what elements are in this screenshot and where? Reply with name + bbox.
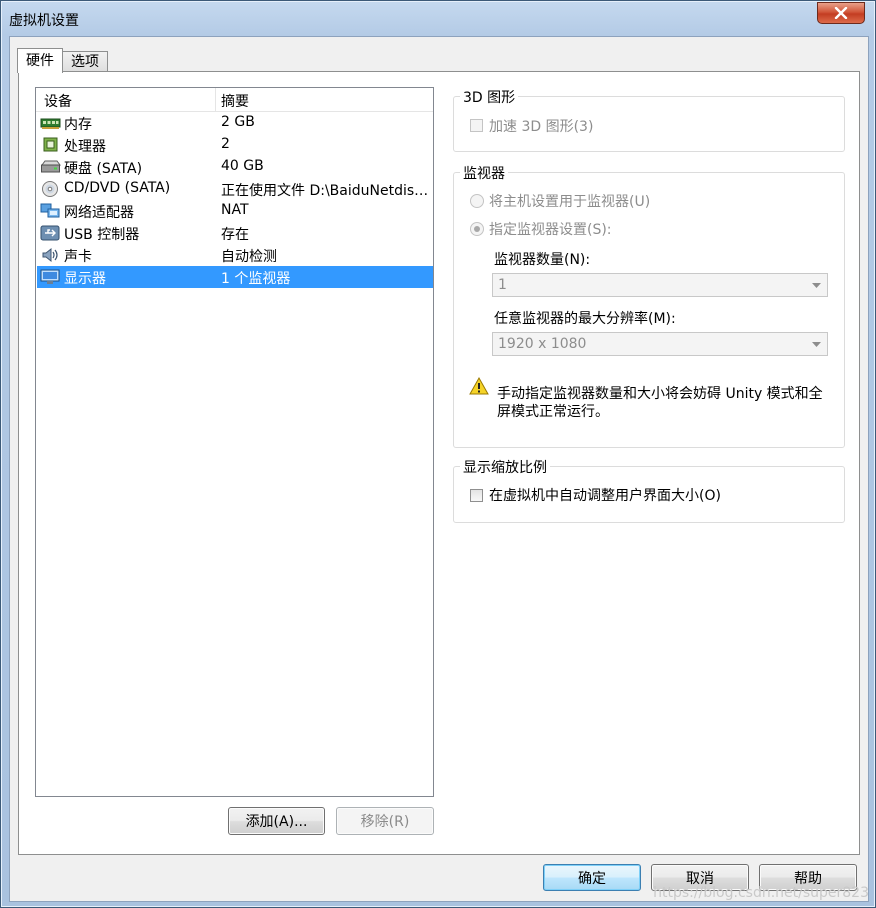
column-header-summary[interactable]: 摘要 xyxy=(221,91,249,111)
max-resolution-label: 任意监视器的最大分辨率(M): xyxy=(494,311,676,327)
title-bar[interactable]: 虚拟机设置 xyxy=(1,1,875,35)
device-name: USB 控制器 xyxy=(64,227,140,243)
list-header: 设备 摘要 xyxy=(36,88,433,112)
close-button[interactable] xyxy=(817,2,865,24)
display-scaling-group-title: 显示缩放比例 xyxy=(460,457,550,477)
device-name: 处理器 xyxy=(64,139,106,155)
device-name: 声卡 xyxy=(64,249,92,265)
graphics-group-title: 3D 图形 xyxy=(460,87,519,107)
accelerate-3d-label[interactable]: 加速 3D 图形(3) xyxy=(489,116,593,136)
hard-disk-icon xyxy=(41,160,61,173)
monitor-count-value: 1 xyxy=(498,277,507,293)
autofit-ui-checkbox[interactable] xyxy=(470,489,483,502)
monitor-count-label: 监视器数量(N): xyxy=(494,252,591,268)
device-row-cd-dvd[interactable]: CD/DVD (SATA) 正在使用文件 D:\BaiduNetdis… xyxy=(37,178,433,200)
dialog-client-area: 硬件 选项 设备 摘要 内存 2 GB 处理器 2 硬盘 (SATA) 40 G… xyxy=(9,36,869,902)
device-summary: 自动检测 xyxy=(221,249,277,265)
tab-options[interactable]: 选项 xyxy=(62,51,108,73)
monitor-group-title: 监视器 xyxy=(460,163,508,183)
chevron-down-icon xyxy=(812,283,821,288)
close-icon xyxy=(834,7,848,19)
column-separator[interactable] xyxy=(215,88,216,111)
device-row-processor[interactable]: 处理器 2 xyxy=(37,134,433,156)
tab-strip: 硬件 选项 xyxy=(17,48,108,73)
device-summary: 正在使用文件 D:\BaiduNetdis… xyxy=(221,183,429,199)
window-title: 虚拟机设置 xyxy=(9,13,79,29)
remove-device-button[interactable]: 移除(R) xyxy=(336,807,434,835)
sound-card-icon xyxy=(42,247,58,263)
max-resolution-select[interactable]: 1920 x 1080 xyxy=(492,332,828,356)
use-host-settings-radio[interactable] xyxy=(470,194,484,208)
device-summary: 1 个监视器 xyxy=(221,271,291,287)
hardware-tab-panel: 设备 摘要 内存 2 GB 处理器 2 硬盘 (SATA) 40 GB CD/D… xyxy=(18,71,860,855)
display-icon xyxy=(40,269,60,284)
device-name: 内存 xyxy=(64,117,92,133)
device-row-network-adapter[interactable]: 网络适配器 NAT xyxy=(37,200,433,222)
device-summary: 2 GB xyxy=(221,114,255,130)
device-row-memory[interactable]: 内存 2 GB xyxy=(37,112,433,134)
specify-monitor-settings-radio[interactable] xyxy=(470,222,484,236)
column-header-device[interactable]: 设备 xyxy=(44,91,72,111)
watermark: https://blog.csdn.net/super823 xyxy=(653,885,869,901)
ok-button[interactable]: 确定 xyxy=(543,864,641,891)
tab-hardware[interactable]: 硬件 xyxy=(17,48,63,73)
device-row-display[interactable]: 显示器 1 个监视器 xyxy=(37,266,433,288)
accelerate-3d-checkbox[interactable] xyxy=(470,119,483,132)
memory-icon xyxy=(40,118,61,129)
monitor-count-select[interactable]: 1 xyxy=(492,273,828,297)
device-name: 硬盘 (SATA) xyxy=(64,161,143,177)
device-list[interactable]: 设备 摘要 内存 2 GB 处理器 2 硬盘 (SATA) 40 GB CD/D… xyxy=(35,87,434,797)
graphics-group: 3D 图形 加速 3D 图形(3) xyxy=(453,87,845,152)
device-name: CD/DVD (SATA) xyxy=(64,180,171,196)
device-name: 显示器 xyxy=(64,271,106,287)
device-row-usb-controller[interactable]: USB 控制器 存在 xyxy=(37,222,433,244)
processor-icon xyxy=(43,137,58,152)
autofit-ui-label[interactable]: 在虚拟机中自动调整用户界面大小(O) xyxy=(489,485,721,505)
cd-dvd-icon xyxy=(42,181,58,197)
device-name: 网络适配器 xyxy=(64,205,134,221)
monitor-group: 监视器 将主机设置用于监视器(U) 指定监视器设置(S): 监视器数量(N): … xyxy=(453,163,845,448)
use-host-settings-label[interactable]: 将主机设置用于监视器(U) xyxy=(489,191,650,211)
specify-monitor-settings-label[interactable]: 指定监视器设置(S): xyxy=(489,219,612,239)
device-row-sound-card[interactable]: 声卡 自动检测 xyxy=(37,244,433,266)
chevron-down-icon xyxy=(812,342,821,347)
warning-icon xyxy=(469,377,489,395)
add-device-button[interactable]: 添加(A)... xyxy=(228,807,325,835)
monitor-warning-text: 手动指定监视器数量和大小将会妨碍 Unity 模式和全屏模式正常运行。 xyxy=(497,386,823,420)
network-adapter-icon xyxy=(40,203,60,218)
settings-window: 虚拟机设置 硬件 选项 设备 摘要 内存 2 GB 处理器 2 硬盘 (SATA… xyxy=(0,0,876,908)
usb-icon xyxy=(40,225,60,241)
display-scaling-group: 显示缩放比例 在虚拟机中自动调整用户界面大小(O) xyxy=(453,457,845,523)
device-summary: 存在 xyxy=(221,227,249,243)
device-summary: 2 xyxy=(221,136,230,152)
device-summary: 40 GB xyxy=(221,158,264,174)
device-row-hard-disk[interactable]: 硬盘 (SATA) 40 GB xyxy=(37,156,433,178)
max-resolution-value: 1920 x 1080 xyxy=(498,336,587,352)
device-summary: NAT xyxy=(221,202,249,218)
